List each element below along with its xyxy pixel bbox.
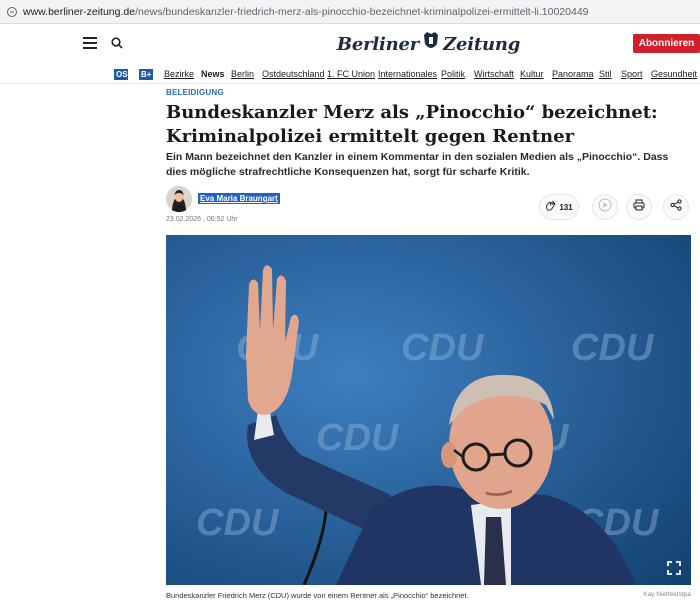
nav-item-stil[interactable]: Stil	[599, 69, 612, 79]
image-credit: Kay Nietfeld/dpa	[643, 591, 691, 598]
share-button[interactable]	[663, 194, 689, 220]
url-text: www.berliner-zeitung.de/news/bundeskanzl…	[23, 5, 589, 18]
main-nav: OS B+ Bezirke News Berlin Ostdeutschland…	[0, 66, 700, 84]
article-hero-image[interactable]: CDU CDU CDU CDU CDU CDU CDU	[166, 235, 691, 585]
subscribe-button[interactable]: Abonnieren	[633, 34, 700, 53]
play-circle-icon	[598, 198, 612, 217]
backdrop-text: CDU	[401, 327, 485, 369]
print-button[interactable]	[626, 194, 652, 220]
nav-item-wirtschaft[interactable]: Wirtschaft	[474, 69, 514, 79]
clap-count: 131	[559, 202, 573, 212]
address-bar[interactable]: www.berliner-zeitung.de/news/bundeskanzl…	[0, 0, 700, 24]
nav-item-sport[interactable]: Sport	[621, 69, 643, 79]
crest-icon	[422, 31, 440, 58]
clap-button[interactable]: 131	[539, 194, 579, 220]
nav-badge-os[interactable]: OS	[114, 69, 128, 80]
nav-item-gesundheit[interactable]: Gesundheit	[651, 69, 697, 79]
audio-play-button[interactable]	[592, 194, 618, 220]
site-info-icon[interactable]	[6, 6, 18, 18]
article-kicker: BELEIDIGUNG	[166, 88, 224, 97]
image-caption: Bundeskanzler Friedrich Merz (CDU) wurde…	[166, 591, 469, 600]
author-name-link[interactable]: Eva Maria Braungart	[198, 193, 280, 204]
nav-item-berlin[interactable]: Berlin	[231, 69, 254, 79]
nav-item-ostdeutschland[interactable]: Ostdeutschland	[262, 69, 325, 79]
author-row: Eva Maria Braungart 23.02.2026 , 06:52 U…	[166, 186, 691, 226]
backdrop-text: CDU	[196, 502, 280, 544]
publish-date: 23.02.2026 , 06:52 Uhr	[166, 216, 238, 223]
nav-item-politik[interactable]: Politik	[441, 69, 465, 79]
nav-item-bezirke[interactable]: Bezirke	[164, 69, 194, 79]
logo-word-left: Berliner	[336, 33, 420, 55]
backdrop-text: CDU	[571, 327, 655, 369]
clap-hand-icon	[545, 198, 556, 216]
nav-item-fc-union[interactable]: 1. FC Union	[327, 69, 375, 79]
hamburger-menu-icon[interactable]	[83, 37, 97, 49]
nav-item-kultur[interactable]: Kultur	[520, 69, 544, 79]
site-header: Berliner Zeitung Abonnieren	[0, 24, 700, 66]
nav-item-news[interactable]: News	[201, 69, 225, 79]
nav-badge-bplus[interactable]: B+	[139, 69, 153, 80]
article-teaser: Ein Mann bezeichnet den Kanzler in einem…	[166, 151, 669, 178]
nav-item-panorama[interactable]: Panorama	[552, 69, 594, 79]
author-avatar[interactable]	[166, 186, 192, 212]
backdrop-text: CDU	[316, 417, 400, 459]
search-icon[interactable]	[110, 36, 124, 50]
expand-fullscreen-icon[interactable]	[663, 557, 685, 579]
printer-icon	[633, 198, 645, 216]
share-icon	[670, 198, 682, 216]
nav-item-internationales[interactable]: Internationales	[378, 69, 437, 79]
article-headline: Bundeskanzler Merz als „Pinocchio“ bezei…	[166, 102, 658, 147]
site-logo[interactable]: Berliner Zeitung	[337, 30, 520, 58]
logo-word-right: Zeitung	[443, 33, 521, 55]
